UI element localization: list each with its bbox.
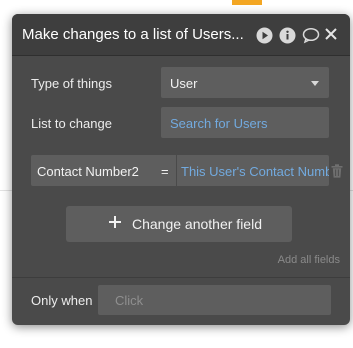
dialog-title: Make changes to a list of Users... [22,26,244,43]
info-icon[interactable] [279,27,296,44]
list-to-change-value: Search for Users [170,116,268,131]
add-all-fields-link[interactable]: Add all fields [278,254,340,266]
only-when-condition-input[interactable]: Click [98,285,331,315]
change-another-field-button[interactable]: Change another field [66,206,292,242]
field-change-operator: = [161,164,169,179]
make-changes-dialog: Make changes to a list of Users... Type … [12,14,350,325]
type-of-things-label: Type of things [31,76,112,91]
play-icon[interactable] [256,27,273,44]
only-when-label: Only when [31,293,93,308]
field-change-value[interactable]: This User's Contact Number [181,164,329,179]
chevron-down-icon [311,81,319,86]
close-icon[interactable] [320,23,342,45]
type-of-things-dropdown[interactable]: User [161,67,329,98]
list-to-change-label: List to change [31,116,112,131]
trash-icon[interactable] [331,164,343,178]
only-when-placeholder: Click [115,293,144,308]
list-to-change-field[interactable]: Search for Users [161,107,329,138]
change-another-field-label: Change another field [132,216,262,232]
background-accent-bar [232,0,262,5]
field-change-key[interactable]: Contact Number2 [37,164,139,179]
comment-icon[interactable] [302,27,320,44]
type-of-things-value: User [170,76,198,91]
field-change-row[interactable]: Contact Number2 = This User's Contact Nu… [31,155,329,186]
section-divider [12,277,350,278]
dialog-header: Make changes to a list of Users... [12,14,350,56]
field-change-divider [176,155,177,186]
plus-icon [108,215,122,229]
